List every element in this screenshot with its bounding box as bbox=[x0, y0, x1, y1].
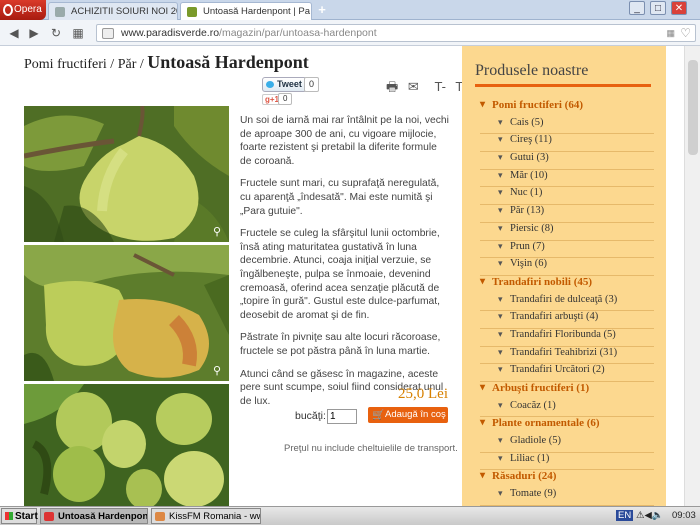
category-list: Pomi fructiferi (64) Cais (5) Cireş (11)… bbox=[480, 99, 654, 506]
url-input[interactable]: www.paradisverde.ro/magazin/par/untoasa-… bbox=[96, 24, 696, 42]
description-paragraph: Fructele se culeg la sfârşitul lunii oct… bbox=[240, 228, 440, 321]
tab-untoasa-hardenpont[interactable]: Untoasă Hardenpont | Pa bbox=[180, 2, 312, 20]
category-gutui[interactable]: Gutui (3) bbox=[480, 152, 654, 170]
page-scrollbar[interactable] bbox=[684, 46, 700, 506]
quantity-input[interactable] bbox=[327, 409, 357, 424]
maximize-window-button[interactable]: □ bbox=[650, 1, 666, 15]
forward-arrow-icon[interactable]: ▶ bbox=[26, 25, 42, 41]
breadcrumb: Pomi fructiferi / Păr / Untoasă Hardenpo… bbox=[24, 52, 309, 73]
twitter-bird-icon bbox=[266, 81, 274, 88]
category-par[interactable]: Păr (13) bbox=[480, 205, 654, 223]
gplus-count: 0 bbox=[278, 93, 293, 105]
site-favicon-icon bbox=[187, 7, 197, 17]
description-paragraph: Păstrate în pivniţe sau alte locuri răco… bbox=[240, 332, 441, 357]
cart-icon: 🛒 bbox=[372, 410, 385, 421]
tray-icons: ⚠◀🔈 bbox=[636, 510, 664, 521]
category-trandafiri-arbusti[interactable]: Trandafiri arbuşti (4) bbox=[480, 311, 654, 329]
site-info-icon bbox=[102, 28, 114, 39]
taskbar: Start Untoasă Hardenpont ... KissFM Roma… bbox=[0, 506, 700, 525]
windows-logo-icon bbox=[5, 512, 13, 520]
page-icon bbox=[55, 7, 65, 17]
category-nuc[interactable]: Nuc (1) bbox=[480, 187, 654, 206]
category-cires[interactable]: Cireş (11) bbox=[480, 134, 654, 153]
category-gladiole[interactable]: Gladiole (5) bbox=[480, 435, 654, 453]
start-button[interactable]: Start bbox=[1, 508, 38, 524]
category-pomi-fructiferi[interactable]: Pomi fructiferi (64) bbox=[480, 99, 654, 117]
pear-photo-image bbox=[24, 384, 229, 506]
pear-photo-image bbox=[24, 106, 229, 242]
browser-icon bbox=[155, 512, 165, 521]
opera-menu-button[interactable]: Opera bbox=[0, 0, 46, 20]
add-to-cart-button[interactable]: 🛒 Adaugă în coş bbox=[368, 407, 448, 423]
pear-photo-image bbox=[24, 245, 229, 381]
product-photo-3[interactable] bbox=[24, 384, 229, 506]
category-visin[interactable]: Vişin (6) bbox=[480, 258, 654, 276]
category-mar[interactable]: Măr (10) bbox=[480, 170, 654, 188]
back-arrow-icon[interactable]: ◀ bbox=[6, 25, 22, 41]
category-rasaduri[interactable]: Răsaduri (24) bbox=[480, 470, 654, 488]
email-icon[interactable]: ✉ bbox=[408, 79, 419, 94]
opera-icon bbox=[3, 4, 13, 16]
quantity-label: bucăţi: bbox=[295, 410, 326, 422]
page-title: Untoasă Hardenpont bbox=[147, 52, 309, 72]
category-cais[interactable]: Cais (5) bbox=[480, 117, 654, 135]
speed-dial-icon[interactable]: ▦ bbox=[70, 25, 86, 41]
heart-bookmark-icon[interactable]: ♡ bbox=[680, 26, 691, 40]
tweet-count: 0 bbox=[304, 77, 320, 92]
zoom-icon[interactable]: ⚲ bbox=[213, 365, 225, 377]
category-trandafiri-nobili[interactable]: Trandafiri nobili (45) bbox=[480, 276, 654, 294]
shipping-note: Preţul nu include cheltuielile de transp… bbox=[284, 443, 458, 454]
category-piersic[interactable]: Piersic (8) bbox=[480, 223, 654, 241]
category-coacaz[interactable]: Coacăz (1) bbox=[480, 400, 654, 418]
category-trandafiri-urcatori[interactable]: Trandafiri Urcători (2) bbox=[480, 364, 654, 382]
language-indicator[interactable]: EN bbox=[616, 510, 634, 521]
tweet-button[interactable]: Tweet bbox=[262, 77, 307, 92]
font-smaller-button[interactable]: T- bbox=[434, 79, 446, 94]
address-toolbar: ◀ ▶ ↻ ▦ www.paradisverde.ro/magazin/par/… bbox=[0, 20, 700, 46]
reload-icon[interactable]: ↻ bbox=[48, 25, 64, 41]
sidebar-divider bbox=[475, 84, 651, 87]
close-window-button[interactable]: ✕ bbox=[671, 1, 687, 15]
taskbar-item-kissfm[interactable]: KissFM Romania - www.k... bbox=[151, 508, 261, 524]
product-description: Un soi de iarnă mai rar întâlnit pe la n… bbox=[240, 114, 450, 417]
minimize-window-button[interactable]: _ bbox=[629, 1, 645, 15]
tab-achizitii[interactable]: ACHIZITII SOIURI NOI 20 bbox=[48, 2, 178, 20]
category-plante-ornamentale[interactable]: Plante ornamentale (6) bbox=[480, 417, 654, 435]
category-arbusti-fructiferi[interactable]: Arbuşti fructiferi (1) bbox=[480, 382, 654, 400]
sidebar-title: Produsele noastre bbox=[475, 62, 589, 79]
category-trandafiri-floribunda[interactable]: Trandafiri Floribunda (5) bbox=[480, 329, 654, 347]
product-photo-2[interactable]: ⚲ bbox=[24, 245, 229, 381]
extensions-icon[interactable]: ▦ bbox=[666, 28, 675, 39]
category-trandafiri-teahibrizi[interactable]: Trandafiri Teahibrizi (31) bbox=[480, 347, 654, 365]
description-paragraph: Un soi de iarnă mai rar întâlnit pe la n… bbox=[240, 115, 449, 167]
category-liliac[interactable]: Liliac (1) bbox=[480, 453, 654, 471]
print-icon[interactable]: 🖶 bbox=[386, 79, 398, 94]
browser-tab-bar: Opera ACHIZITII SOIURI NOI 20 Untoasă Ha… bbox=[0, 0, 700, 20]
clock: 09:03 bbox=[672, 510, 696, 521]
category-tomate[interactable]: Tomate (9) bbox=[480, 488, 654, 506]
sidebar: Produsele noastre Pomi fructiferi (64) C… bbox=[462, 46, 666, 506]
scrollbar-thumb[interactable] bbox=[688, 60, 698, 155]
category-prun[interactable]: Prun (7) bbox=[480, 241, 654, 259]
breadcrumb-path[interactable]: Pomi fructiferi / Păr / bbox=[24, 57, 147, 72]
product-photo-1[interactable]: ⚲ bbox=[24, 106, 229, 242]
opera-icon bbox=[44, 512, 54, 521]
category-trandafiri-dulceata[interactable]: Trandafiri de dulceaţă (3) bbox=[480, 294, 654, 312]
zoom-icon[interactable]: ⚲ bbox=[213, 226, 225, 238]
description-paragraph: Fructele sunt mari, cu suprafaţă neregul… bbox=[240, 178, 440, 217]
taskbar-item-opera[interactable]: Untoasă Hardenpont ... bbox=[40, 508, 148, 524]
web-page: Pomi fructiferi / Păr / Untoasă Hardenpo… bbox=[0, 46, 700, 506]
new-tab-button[interactable]: + bbox=[314, 3, 330, 18]
product-price: 25,0 Lei bbox=[398, 386, 448, 402]
